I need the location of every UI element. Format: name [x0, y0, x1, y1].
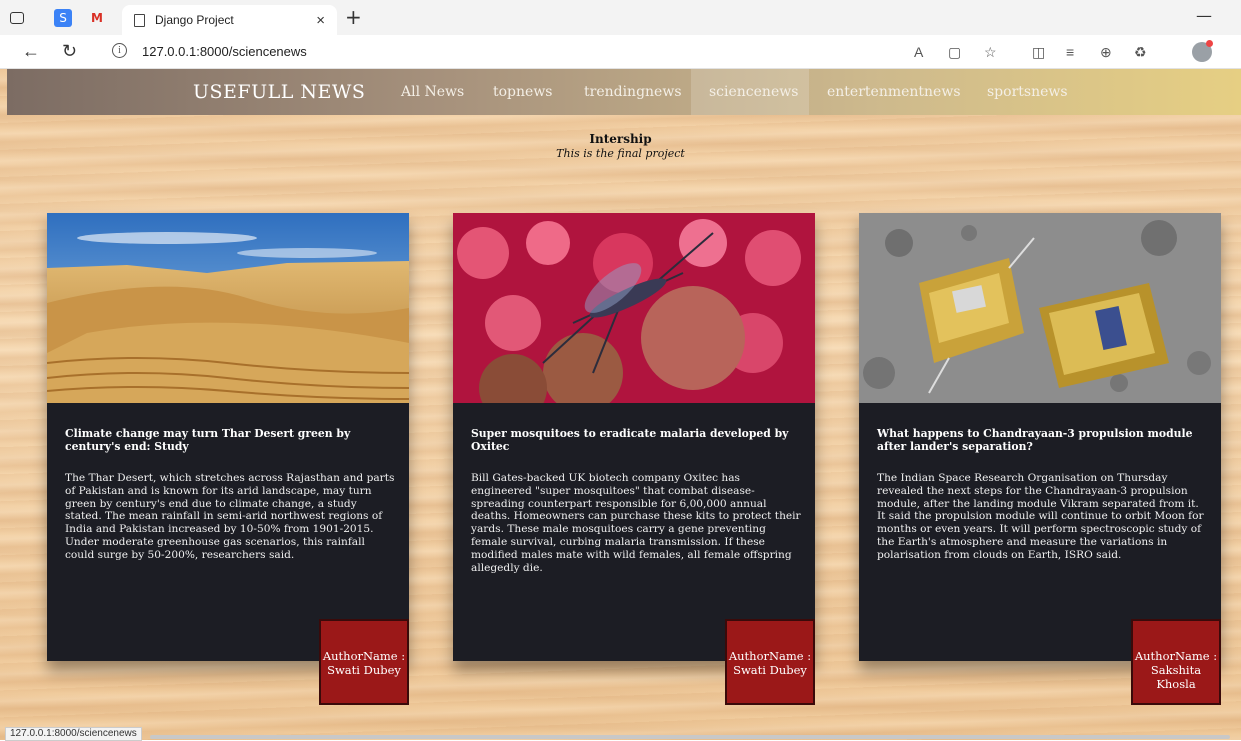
- author-name: Swati Dubey: [327, 663, 401, 677]
- desert-image: [47, 213, 409, 403]
- site-brand[interactable]: USEFULL NEWS: [193, 81, 365, 103]
- nav-link-sportsnews[interactable]: sportsnews: [987, 84, 1068, 100]
- spacecraft-image: [859, 213, 1221, 403]
- mosquito-image: [453, 213, 815, 403]
- gmail-icon[interactable]: M: [88, 9, 106, 27]
- card-description: Bill Gates-backed UK biotech company Oxi…: [471, 472, 801, 574]
- author-label: AuthorName :: [728, 649, 812, 663]
- back-arrow-icon[interactable]: ←: [22, 41, 40, 62]
- author-label: AuthorName :: [1134, 649, 1218, 663]
- read-aloud-icon[interactable]: A: [914, 44, 923, 60]
- address-bar: ← ↻ i 127.0.0.1:8000/sciencenews A ▢ ☆ ◫…: [0, 35, 1241, 69]
- author-label: AuthorName :: [322, 649, 406, 663]
- page-content: USEFULL NEWS All News topnews trendingne…: [0, 69, 1241, 740]
- card-description: The Indian Space Research Organisation o…: [877, 472, 1204, 561]
- url-text[interactable]: 127.0.0.1:8000/sciencenews: [142, 44, 307, 59]
- card-description: The Thar Desert, which stretches across …: [65, 472, 395, 561]
- refresh-icon[interactable]: ↻: [62, 41, 77, 62]
- tab-actions-icon[interactable]: [10, 12, 24, 24]
- banner-title: Intership: [589, 132, 652, 146]
- close-icon[interactable]: ×: [316, 12, 325, 29]
- card-title[interactable]: Climate change may turn Thar Desert gree…: [65, 427, 391, 453]
- author-name: Swati Dubey: [733, 663, 807, 677]
- favorites-list-icon[interactable]: ≡: [1066, 44, 1074, 60]
- extensions-icon[interactable]: ♻: [1134, 44, 1147, 61]
- author-badge: AuthorName : Sakshita Khosla: [1131, 619, 1221, 705]
- reader-view-icon[interactable]: ▢: [948, 44, 961, 61]
- site-navbar: USEFULL NEWS All News topnews trendingne…: [7, 69, 1241, 115]
- status-bar-url: 127.0.0.1:8000/sciencenews: [5, 727, 142, 741]
- nav-link-topnews[interactable]: topnews: [493, 84, 553, 100]
- author-badge: AuthorName : Swati Dubey: [725, 619, 815, 705]
- browser-tab-bar: S M Django Project × + —: [0, 0, 1241, 35]
- favorite-star-icon[interactable]: ☆: [984, 44, 997, 61]
- card-title[interactable]: Super mosquitoes to eradicate malaria de…: [471, 427, 797, 453]
- page-banner: Intership This is the final project: [0, 132, 1241, 160]
- info-icon[interactable]: i: [112, 43, 127, 58]
- horizontal-scrollbar[interactable]: [150, 735, 1230, 739]
- author-badge: AuthorName : Swati Dubey: [319, 619, 409, 705]
- banner-subtitle: This is the final project: [556, 147, 685, 160]
- split-screen-icon[interactable]: ◫: [1032, 44, 1045, 61]
- nav-link-sciencenews[interactable]: sciencenews: [709, 84, 798, 100]
- card-title[interactable]: What happens to Chandrayaan-3 propulsion…: [877, 427, 1203, 453]
- tab-title: Django Project: [155, 13, 234, 27]
- app-icon[interactable]: S: [54, 9, 72, 27]
- collections-icon[interactable]: ⊕: [1100, 44, 1112, 61]
- new-tab-button[interactable]: +: [345, 5, 362, 29]
- news-card: What happens to Chandrayaan-3 propulsion…: [859, 213, 1221, 705]
- nav-link-all-news[interactable]: All News: [401, 84, 464, 100]
- nav-link-entertenmentnews[interactable]: entertenmentnews: [827, 84, 961, 100]
- news-card: Super mosquitoes to eradicate malaria de…: [453, 213, 815, 705]
- page-icon: [134, 13, 145, 27]
- nav-link-trendingnews[interactable]: trendingnews: [584, 84, 682, 100]
- author-name: Sakshita Khosla: [1150, 663, 1202, 691]
- news-card: Climate change may turn Thar Desert gree…: [47, 213, 409, 705]
- minimize-button[interactable]: —: [1196, 6, 1212, 25]
- browser-tab[interactable]: Django Project ×: [122, 5, 337, 35]
- notification-dot: [1206, 40, 1213, 47]
